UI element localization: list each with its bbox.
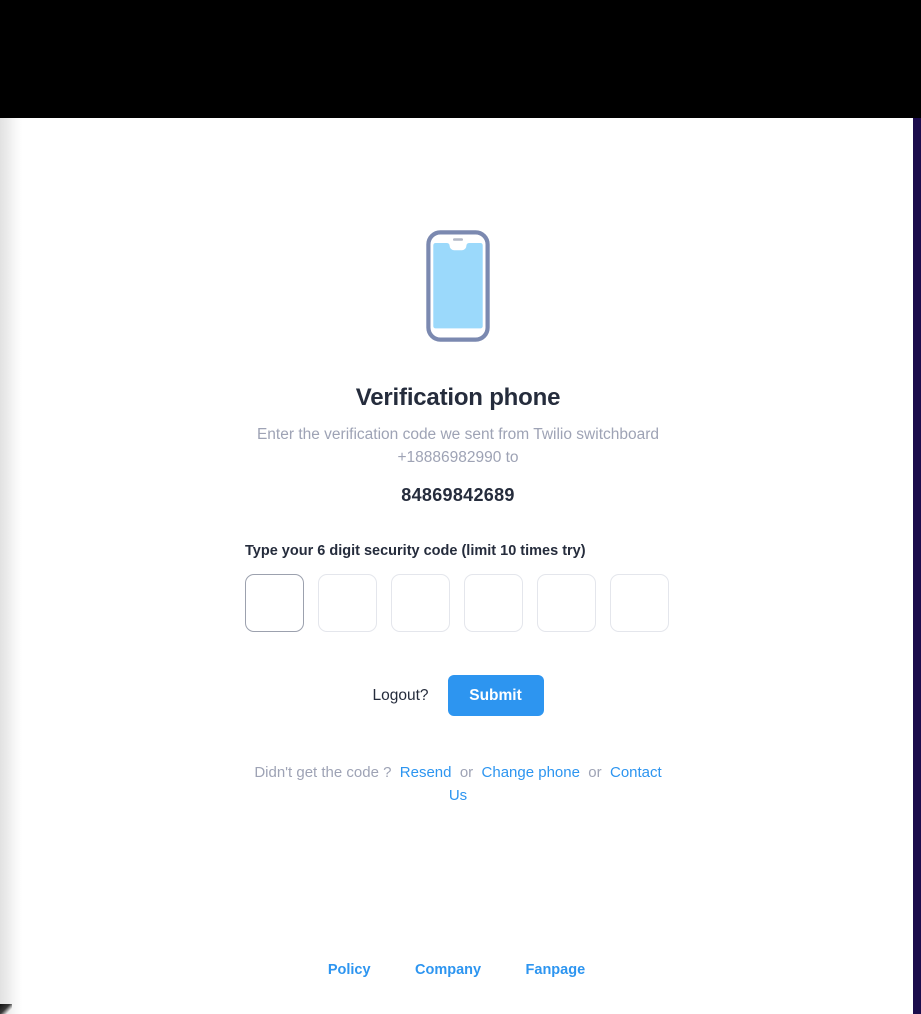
resend-prompt-text: Didn't get the code ? <box>254 764 392 781</box>
footer-link-fanpage[interactable]: Fanpage <box>526 962 586 978</box>
otp-digit-6[interactable] <box>610 574 669 632</box>
window-bottom-left-corner-mark <box>0 1004 12 1014</box>
mobile-phone-icon <box>426 230 490 342</box>
footer-link-company[interactable]: Company <box>415 962 481 978</box>
phone-illustration <box>245 230 671 342</box>
otp-input-group <box>245 574 669 632</box>
separator-or-2: or <box>588 764 602 781</box>
logout-link[interactable]: Logout? <box>372 687 428 705</box>
otp-field-label: Type your 6 digit security code (limit 1… <box>245 543 586 559</box>
resend-help-row: Didn't get the code ? Resend or Change p… <box>245 761 671 807</box>
otp-digit-5[interactable] <box>537 574 596 632</box>
footer-link-policy[interactable]: Policy <box>328 962 371 978</box>
otp-digit-4[interactable] <box>464 574 523 632</box>
window-top-black-bar <box>0 0 921 118</box>
page-title: Verification phone <box>355 384 561 411</box>
resend-link[interactable]: Resend <box>400 764 452 781</box>
verification-subtitle: Enter the verification code we sent from… <box>256 426 660 466</box>
window-right-edge-strip <box>913 118 921 1014</box>
separator-or-1: or <box>459 764 474 781</box>
browser-viewport: Verification phone Enter the verificatio… <box>0 0 921 1014</box>
action-row: Logout? Submit <box>245 675 671 716</box>
verification-page: Verification phone Enter the verificatio… <box>0 118 913 1014</box>
otp-digit-2[interactable] <box>318 574 377 632</box>
change-phone-link[interactable]: Change phone <box>482 764 580 781</box>
otp-digit-1[interactable] <box>245 574 304 632</box>
otp-digit-3[interactable] <box>391 574 450 632</box>
footer-links: Policy Company Fanpage <box>0 961 913 979</box>
submit-button[interactable]: Submit <box>447 675 544 716</box>
target-phone-number: 84869842689 <box>401 485 515 505</box>
